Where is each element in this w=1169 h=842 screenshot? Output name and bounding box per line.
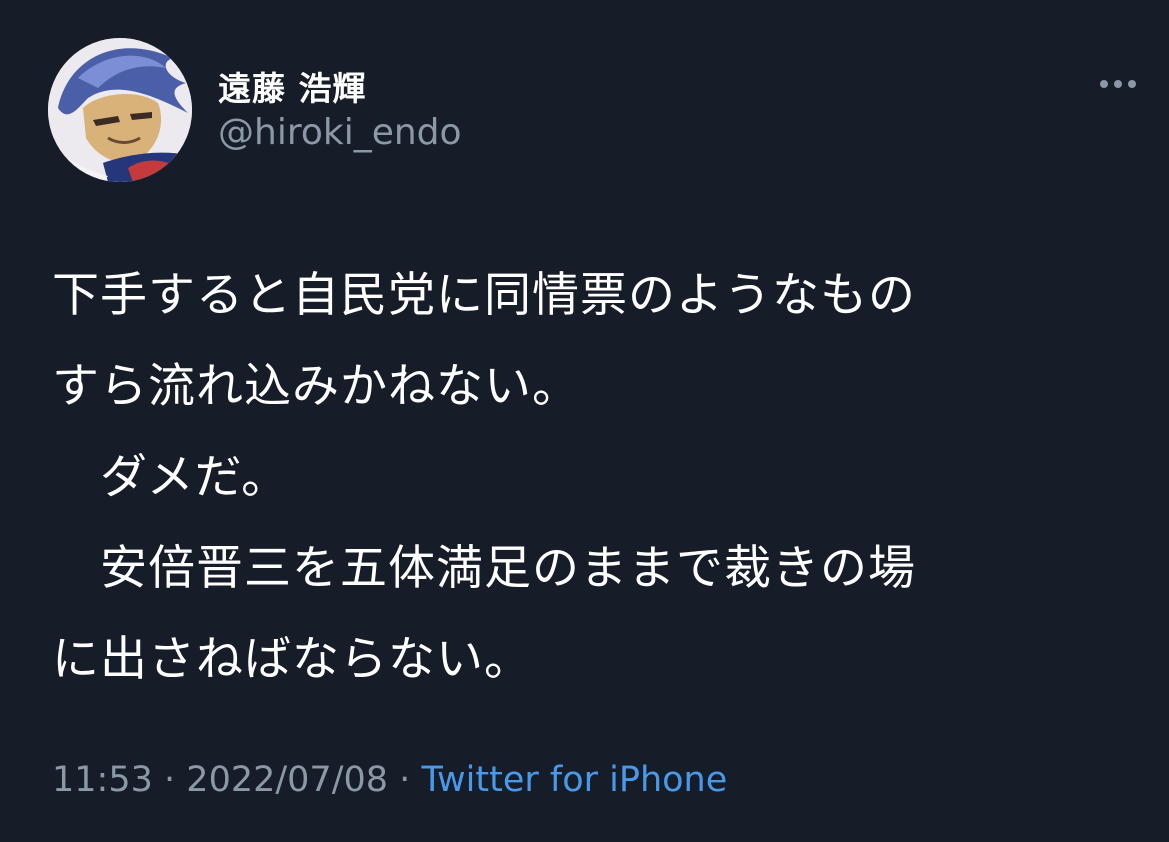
tweet-date[interactable]: 2022/07/08 [186,760,388,800]
more-horizontal-icon [1100,80,1136,88]
author-handle[interactable]: @hiroki_endo [218,112,462,153]
tweet-text-line: ダメだ。 [52,450,290,505]
separator-dot: · [164,760,176,800]
author-display-name[interactable]: 遠藤 浩輝 [218,62,367,110]
tweet-text-line: に出さねばならない。 [52,632,532,687]
tweet-time[interactable]: 11:53 [52,760,153,800]
more-options-button[interactable] [1098,70,1138,98]
avatar[interactable] [48,38,192,182]
tweet-text: 下手すると自民党に同情票のようなもの すら流れ込みかねない。 ダメだ。 安倍晋三… [52,250,1132,705]
tweet-card: 遠藤 浩輝 @hiroki_endo 下手すると自民党に同情票のようなもの すら… [0,0,1169,842]
tweet-text-line: 安倍晋三を五体満足のままで裁きの場 [52,541,916,596]
separator-dot: · [399,760,411,800]
tweet-source-link[interactable]: Twitter for iPhone [421,760,727,800]
tweet-metadata: 11:53 · 2022/07/08 · Twitter for iPhone [52,760,727,800]
tweet-text-line: すら流れ込みかねない。 [52,359,580,414]
tweet-text-line: 下手すると自民党に同情票のようなもの [52,268,916,323]
avatar-illustration [48,38,192,182]
